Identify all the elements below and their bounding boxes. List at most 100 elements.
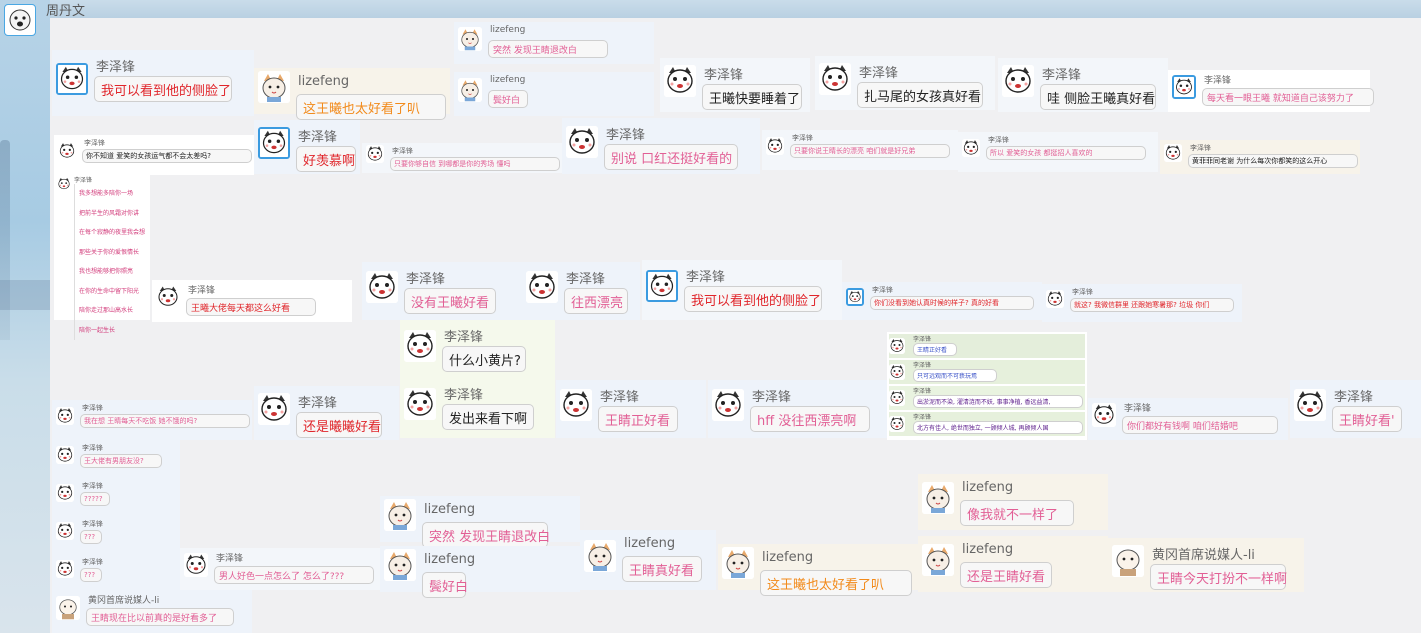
message-bubble: 鬓好白 [422, 572, 468, 598]
sender-avatar[interactable] [889, 364, 905, 380]
message-bubble: 我可以看到他的侧脸了 [94, 76, 232, 102]
message-bubble: 王大佬有男朋友没? [80, 454, 162, 468]
sender-name: 李泽锋 [444, 388, 484, 403]
sender-avatar[interactable] [1112, 545, 1144, 577]
sender-avatar[interactable] [404, 388, 436, 420]
sender-name: 李泽锋 [792, 134, 813, 142]
sender-avatar[interactable] [57, 177, 71, 191]
sender-avatar[interactable] [1092, 403, 1116, 427]
chat-message: 李泽锋 黄菲菲同老谢 为什么每次你都笑的这么开心 [1160, 140, 1360, 174]
chat-message: 李泽锋 好羡慕啊 [254, 120, 360, 174]
sender-avatar[interactable] [184, 553, 208, 577]
sender-avatar[interactable] [889, 416, 905, 432]
sender-avatar[interactable] [1172, 75, 1196, 99]
sender-name: 李泽锋 [392, 147, 413, 155]
sender-avatar[interactable] [766, 137, 784, 155]
sender-avatar[interactable] [712, 389, 744, 421]
sender-avatar[interactable] [566, 126, 598, 158]
sender-name: lizefeng [624, 536, 676, 551]
message-bubble: 像我就不一样了 [960, 500, 1074, 526]
sender-avatar[interactable] [819, 63, 851, 95]
sender-name: 李泽锋 [188, 286, 216, 296]
sender-name: lizefeng [424, 502, 476, 517]
poem-line: 陪你走过那山高水长 [74, 301, 146, 321]
sender-avatar[interactable] [258, 71, 290, 103]
chat-message: 李泽锋哇 侧脸王曦真好看 [998, 58, 1168, 112]
message-bubble: 王睛真好看 [622, 556, 702, 582]
sender-avatar[interactable] [56, 446, 74, 464]
sender-avatar[interactable] [258, 127, 290, 159]
sender-avatar[interactable] [56, 407, 74, 425]
chat-message: 李泽锋 你们都好有钱啊 咱们结婚吧 [1088, 398, 1288, 440]
tower-silhouette [0, 140, 10, 340]
sender-avatar[interactable] [384, 499, 416, 531]
sender-avatar[interactable] [1164, 144, 1182, 162]
meme-avatar-icon [56, 446, 74, 464]
sender-name: lizefeng [424, 552, 476, 567]
stacked-message: 李泽锋 出淤泥而不染, 濯清涟而不妖, 事事净植, 香远益清, [889, 386, 1085, 410]
sender-avatar[interactable] [846, 288, 864, 306]
chat-message: 李泽锋 我在想 王睛每天不吃饭 她不饿的吗? [52, 400, 252, 440]
sender-avatar[interactable] [922, 544, 954, 576]
sender-avatar[interactable] [1294, 389, 1326, 421]
meme-avatar-icon [889, 416, 905, 432]
message-bubble: 没有王曦好看 [404, 288, 496, 314]
sender-avatar[interactable] [646, 270, 678, 302]
sender-name: 李泽锋 [82, 558, 103, 566]
sender-avatar[interactable] [458, 78, 482, 102]
meme-avatar-icon [566, 126, 598, 158]
sender-name: 李泽锋 [1124, 404, 1152, 414]
meme-avatar-icon [56, 560, 74, 578]
sender-avatar[interactable] [258, 393, 290, 425]
sender-name: 李泽锋 [913, 388, 932, 395]
message-bubble: 突然 发现王睛退改白 [488, 40, 608, 58]
sender-avatar[interactable] [366, 271, 398, 303]
chat-message: 李泽锋 别说 口红还挺好看的 [562, 118, 760, 174]
sender-avatar[interactable] [458, 27, 482, 51]
sender-avatar[interactable] [1002, 65, 1034, 97]
sender-avatar[interactable] [584, 540, 616, 572]
meme-avatar-icon [56, 484, 74, 502]
cat-avatar-icon [56, 596, 80, 620]
sender-avatar[interactable] [56, 596, 80, 620]
sender-avatar[interactable] [58, 142, 76, 160]
sender-name: 李泽锋 [1190, 144, 1211, 152]
meme-avatar-icon [648, 272, 676, 300]
sender-avatar[interactable] [156, 285, 180, 309]
message-bubble: 发出来看下啊 [442, 404, 534, 430]
sender-avatar[interactable] [366, 145, 384, 163]
sender-avatar[interactable] [1046, 290, 1064, 308]
chat-message: lizefeng 鬓好白 [454, 72, 654, 116]
sender-avatar[interactable] [962, 139, 980, 157]
sender-name: 李泽锋 [913, 362, 932, 369]
sender-avatar[interactable] [560, 389, 592, 421]
sender-name: 李泽锋 [82, 404, 103, 412]
sender-avatar[interactable] [56, 522, 74, 540]
sender-avatar[interactable] [664, 65, 696, 97]
chat-message: 李泽锋 你们没看到她认真时候的样子? 真的好看 [842, 282, 1042, 320]
sender-avatar[interactable] [56, 63, 88, 95]
sender-name: lizefeng [490, 25, 526, 35]
message-bubble: 每天看一眼王曦 就知道自己该努力了 [1202, 88, 1374, 106]
cat-avatar-icon [258, 71, 290, 103]
sender-avatar[interactable] [56, 560, 74, 578]
poem-line: 在每个寂静的夜里我会想 [74, 223, 146, 243]
sender-avatar[interactable] [722, 547, 754, 579]
message-bubble: 突然 发现王睛退改白 [422, 522, 550, 548]
meme-avatar-icon [1092, 403, 1116, 427]
sender-avatar[interactable] [384, 549, 416, 581]
poem-line: 我也想能够把你照亮 [74, 262, 146, 282]
sender-avatar[interactable] [56, 484, 74, 502]
meme-avatar-icon [889, 390, 905, 406]
owner-avatar[interactable] [4, 4, 36, 36]
meme-avatar-icon [57, 177, 71, 191]
sender-avatar[interactable] [404, 330, 436, 362]
sender-avatar[interactable] [889, 390, 905, 406]
sender-avatar[interactable] [922, 482, 954, 514]
sender-name: 李泽锋 [298, 130, 338, 145]
chat-message: 李泽锋 发出来看下啊 [400, 378, 555, 438]
sender-name: 李泽锋 [298, 396, 338, 411]
sender-avatar[interactable] [889, 338, 905, 354]
message-bubble: 还是曦曦好看 [296, 412, 382, 438]
sender-avatar[interactable] [526, 271, 558, 303]
